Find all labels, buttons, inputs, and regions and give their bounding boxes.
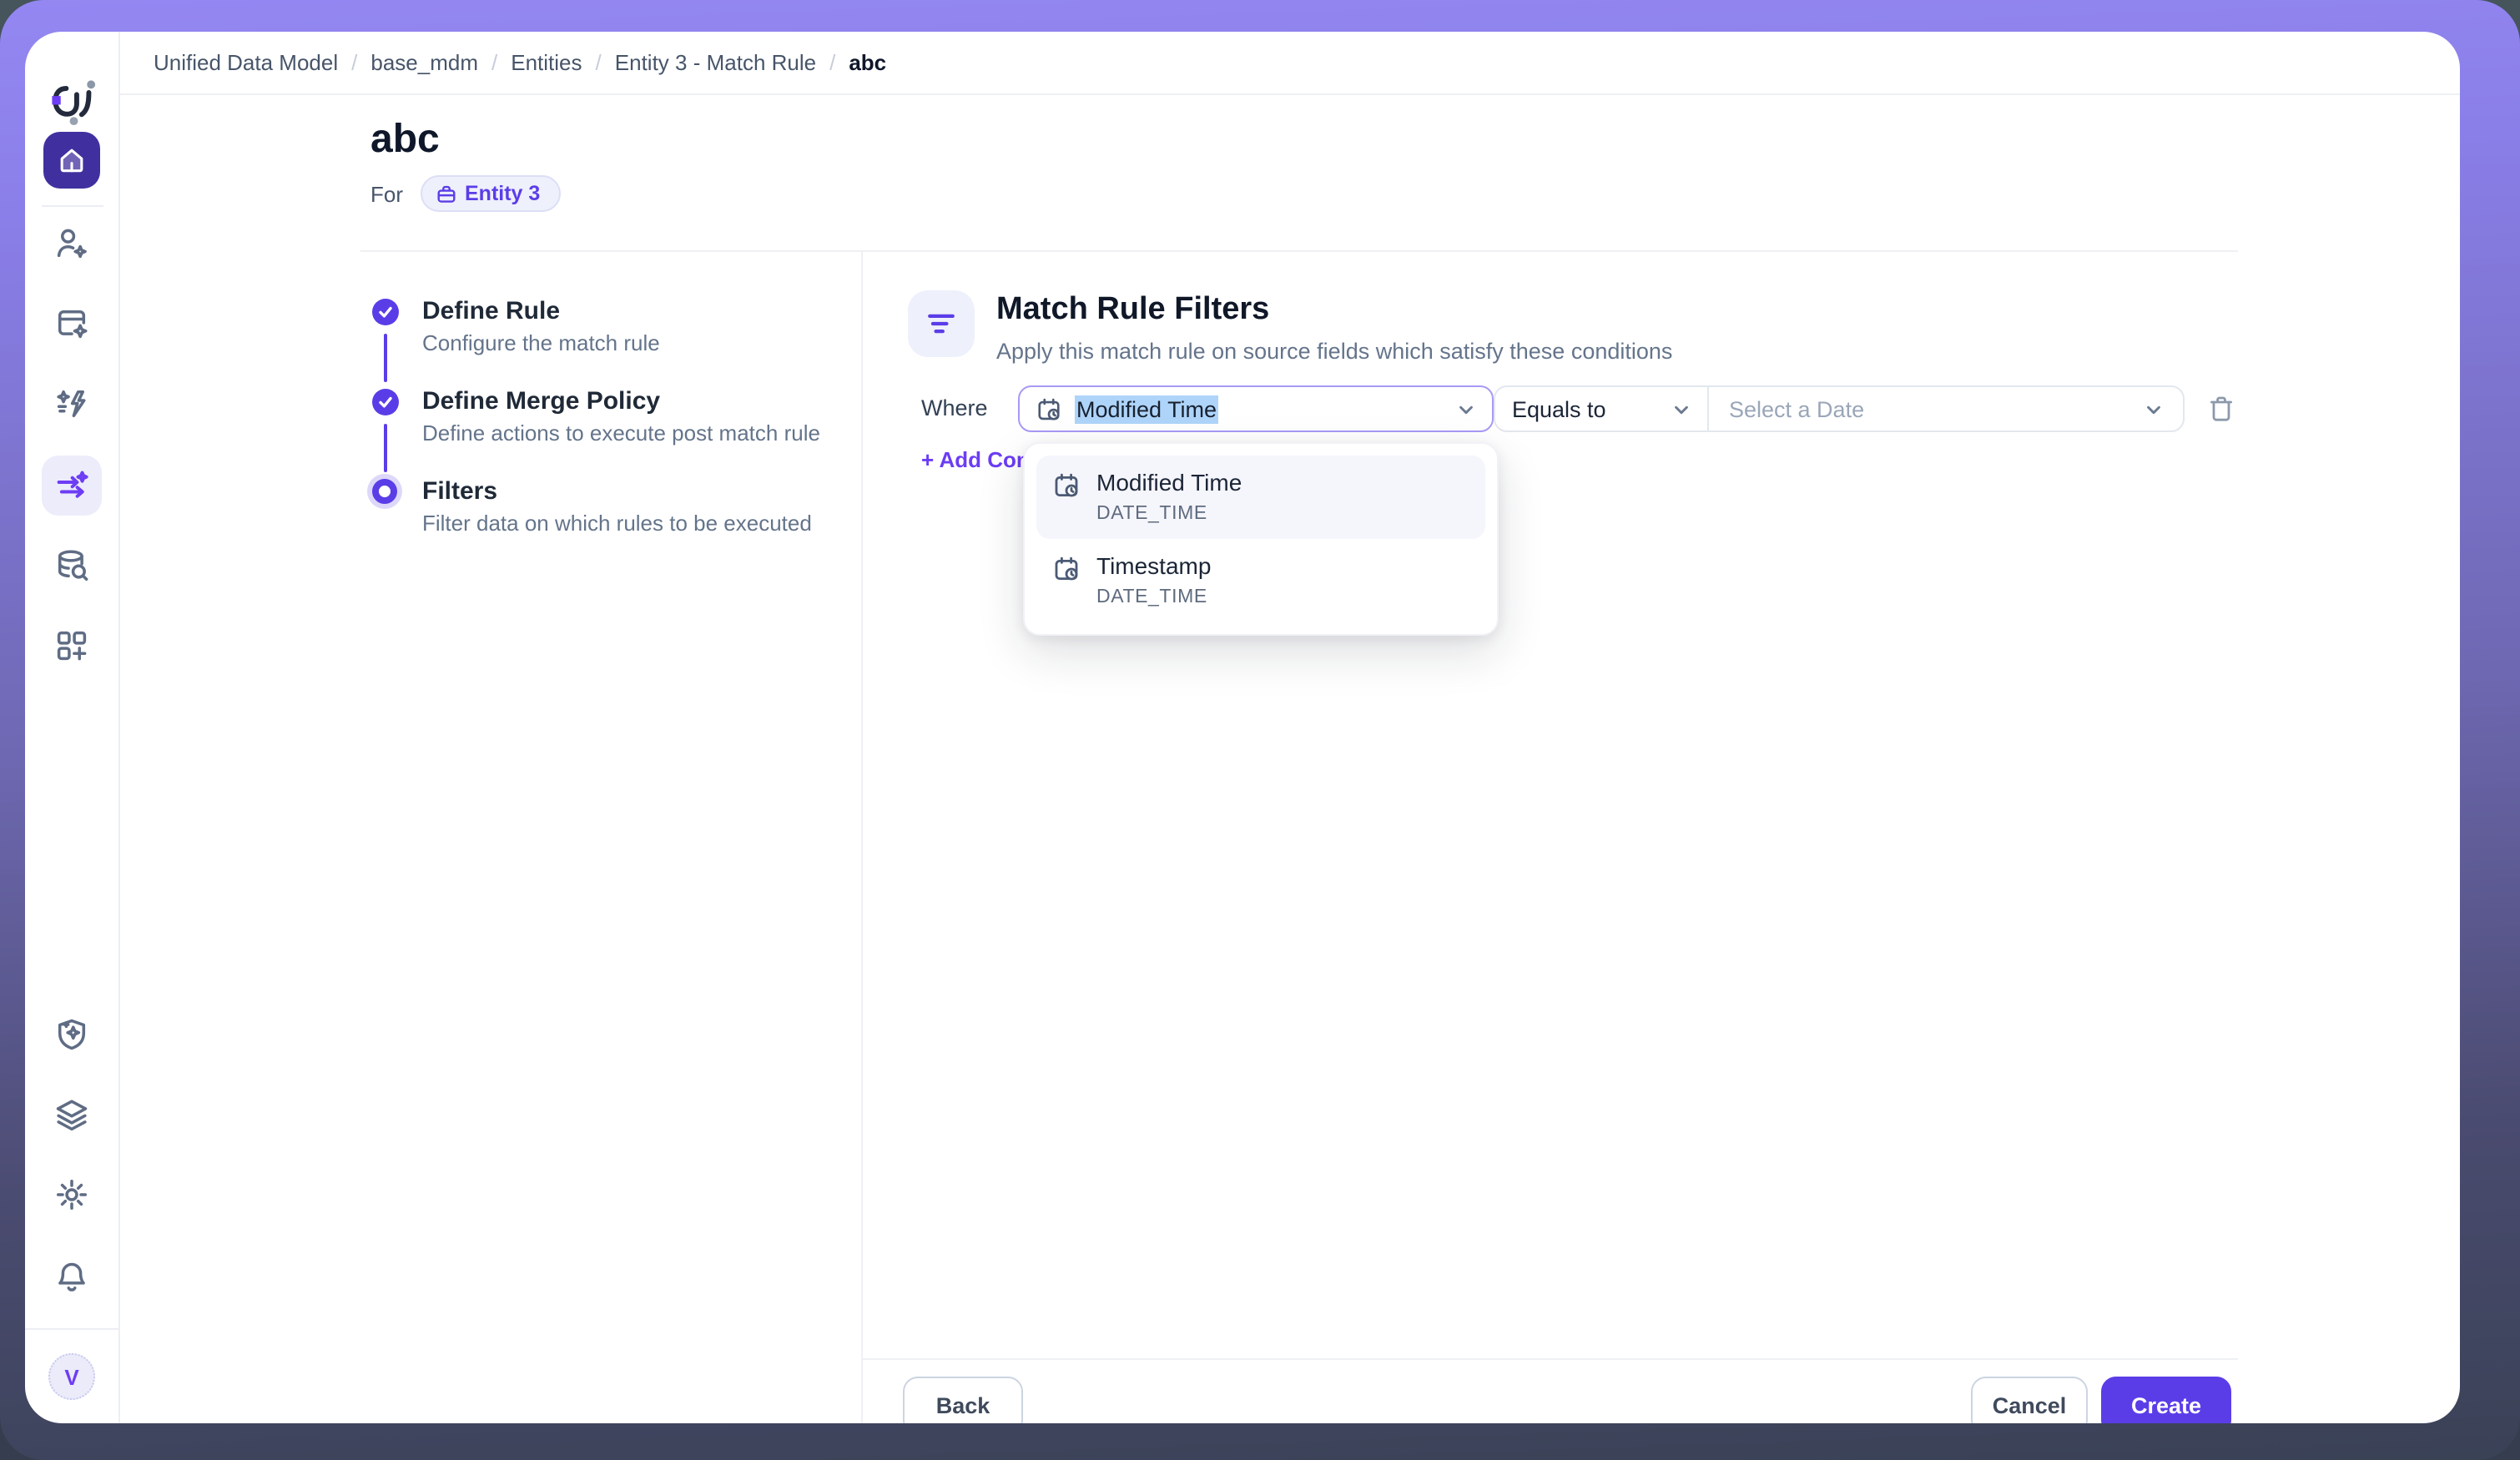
create-button[interactable]: Create: [2101, 1377, 2231, 1423]
bell-icon: [53, 1258, 90, 1295]
sidebar-item-enrichment[interactable]: [47, 379, 97, 429]
stage: V Unified Data Model / base_mdm / Entiti…: [0, 0, 2520, 1460]
app-window: V Unified Data Model / base_mdm / Entiti…: [25, 32, 2460, 1423]
sidebar-item-settings[interactable]: [47, 1170, 97, 1220]
delete-condition-icon[interactable]: [2206, 394, 2236, 424]
step-title: Define Rule: [422, 297, 660, 325]
dropdown-option-modified-time[interactable]: Modified Time DATE_TIME: [1036, 456, 1485, 539]
stepper: Define Rule Configure the match rule Def…: [120, 252, 863, 1423]
condition-group: Equals to Select a Date: [1494, 385, 2185, 432]
sidebar-item-governance[interactable]: [47, 1009, 97, 1060]
entity-context-row: For Entity 3: [370, 175, 560, 212]
operator-select-value: Equals to: [1512, 396, 1606, 421]
breadcrumb-separator: /: [491, 50, 497, 75]
panel-title: Match Rule Filters: [996, 292, 1269, 329]
step-complete-check-icon: [372, 299, 399, 325]
home-icon: [55, 143, 88, 177]
entity-briefcase-icon: [435, 183, 456, 204]
step-filters[interactable]: Filters Filter data on which rules to be…: [372, 477, 812, 536]
chevron-down-icon: [2145, 400, 2163, 418]
operator-select[interactable]: Equals to: [1495, 387, 1709, 430]
step-title: Define Merge Policy: [422, 387, 820, 415]
field-select[interactable]: Modified Time: [1018, 385, 1494, 432]
option-label: Timestamp: [1096, 552, 1211, 581]
sidebar-item-data-explorer[interactable]: [47, 541, 97, 591]
breadcrumb-separator: /: [351, 50, 357, 75]
back-button[interactable]: Back: [903, 1377, 1023, 1423]
gear-icon: [53, 1176, 90, 1213]
sidebar-item-match-rules[interactable]: [42, 456, 102, 516]
database-search-icon: [53, 547, 90, 584]
breadcrumb-item[interactable]: base_mdm: [370, 50, 478, 75]
page-header: abc For Entity 3: [120, 95, 2460, 252]
grid-plus-icon: [53, 627, 90, 664]
shield-sparkle-icon: [53, 1016, 90, 1053]
layers-icon: [53, 1096, 90, 1133]
page-title: abc: [370, 117, 440, 164]
option-type: DATE_TIME: [1096, 504, 1242, 524]
date-value-placeholder: Select a Date: [1729, 396, 1864, 421]
sidebar-item-apps[interactable]: [47, 621, 97, 671]
sidebar-item-layers[interactable]: [47, 1090, 97, 1140]
breadcrumb-item[interactable]: Entity 3 - Match Rule: [615, 50, 816, 75]
where-label: Where: [921, 385, 988, 432]
step-define-merge-policy[interactable]: Define Merge Policy Define actions to ex…: [372, 387, 820, 446]
step-complete-check-icon: [372, 389, 399, 415]
sidebar-item-notifications[interactable]: [47, 1251, 97, 1301]
sidebar: V: [25, 32, 120, 1423]
chevron-down-icon: [1457, 400, 1475, 418]
breadcrumb-separator: /: [596, 50, 602, 75]
option-type: DATE_TIME: [1096, 587, 1211, 607]
footer-divider: [863, 1358, 2238, 1360]
sidebar-bottom-divider: [25, 1328, 118, 1330]
step-description: Configure the match rule: [422, 330, 660, 355]
breadcrumb-bar: Unified Data Model / base_mdm / Entities…: [120, 32, 2460, 95]
dropdown-option-timestamp[interactable]: Timestamp DATE_TIME: [1036, 539, 1485, 622]
sidebar-divider: [42, 205, 103, 207]
sidebar-item-users[interactable]: [47, 219, 97, 269]
chevron-down-icon: [1672, 400, 1691, 418]
sidebar-item-data-model[interactable]: [47, 299, 97, 349]
app-logo-icon: [47, 73, 100, 130]
breadcrumb-item[interactable]: Unified Data Model: [154, 50, 338, 75]
breadcrumb-separator: /: [829, 50, 835, 75]
filter-lines-icon: [923, 305, 960, 342]
calendar-clock-icon: [1053, 472, 1080, 499]
cancel-button[interactable]: Cancel: [1971, 1377, 2088, 1423]
breadcrumb-item[interactable]: Entities: [511, 50, 582, 75]
sidebar-item-home[interactable]: [43, 132, 100, 189]
user-sparkle-icon: [53, 225, 90, 262]
user-avatar[interactable]: V: [48, 1353, 95, 1400]
match-rule-filters-panel: Match Rule Filters Apply this match rule…: [863, 252, 2460, 1423]
for-label: For: [370, 181, 403, 206]
option-label: Modified Time: [1096, 469, 1242, 497]
match-flow-icon: [53, 467, 90, 504]
field-select-value: Modified Time: [1075, 396, 1218, 421]
breadcrumb: Unified Data Model / base_mdm / Entities…: [154, 50, 886, 75]
calendar-clock-icon: [1053, 556, 1080, 582]
entity-badge-label: Entity 3: [465, 182, 540, 205]
date-value-select[interactable]: Select a Date: [1709, 387, 2183, 430]
form-sparkle-icon: [53, 305, 90, 342]
step-description: Define actions to execute post match rul…: [422, 420, 820, 446]
step-define-rule[interactable]: Define Rule Configure the match rule: [372, 297, 660, 355]
entity-badge: Entity 3: [420, 175, 560, 212]
step-description: Filter data on which rules to be execute…: [422, 511, 812, 536]
step-connector: [384, 334, 387, 382]
filter-icon-tile: [908, 290, 975, 357]
sparkle-bolt-icon: [53, 385, 90, 422]
step-active-radio-icon: [372, 479, 397, 504]
calendar-clock-icon: [1036, 396, 1061, 421]
breadcrumb-current: abc: [849, 50, 886, 75]
panel-subtitle: Apply this match rule on source fields w…: [996, 339, 1672, 364]
step-title: Filters: [422, 477, 812, 506]
main-area: Unified Data Model / base_mdm / Entities…: [120, 32, 2460, 1423]
step-connector: [384, 424, 387, 472]
field-dropdown-menu: Modified Time DATE_TIME: [1023, 442, 1499, 636]
